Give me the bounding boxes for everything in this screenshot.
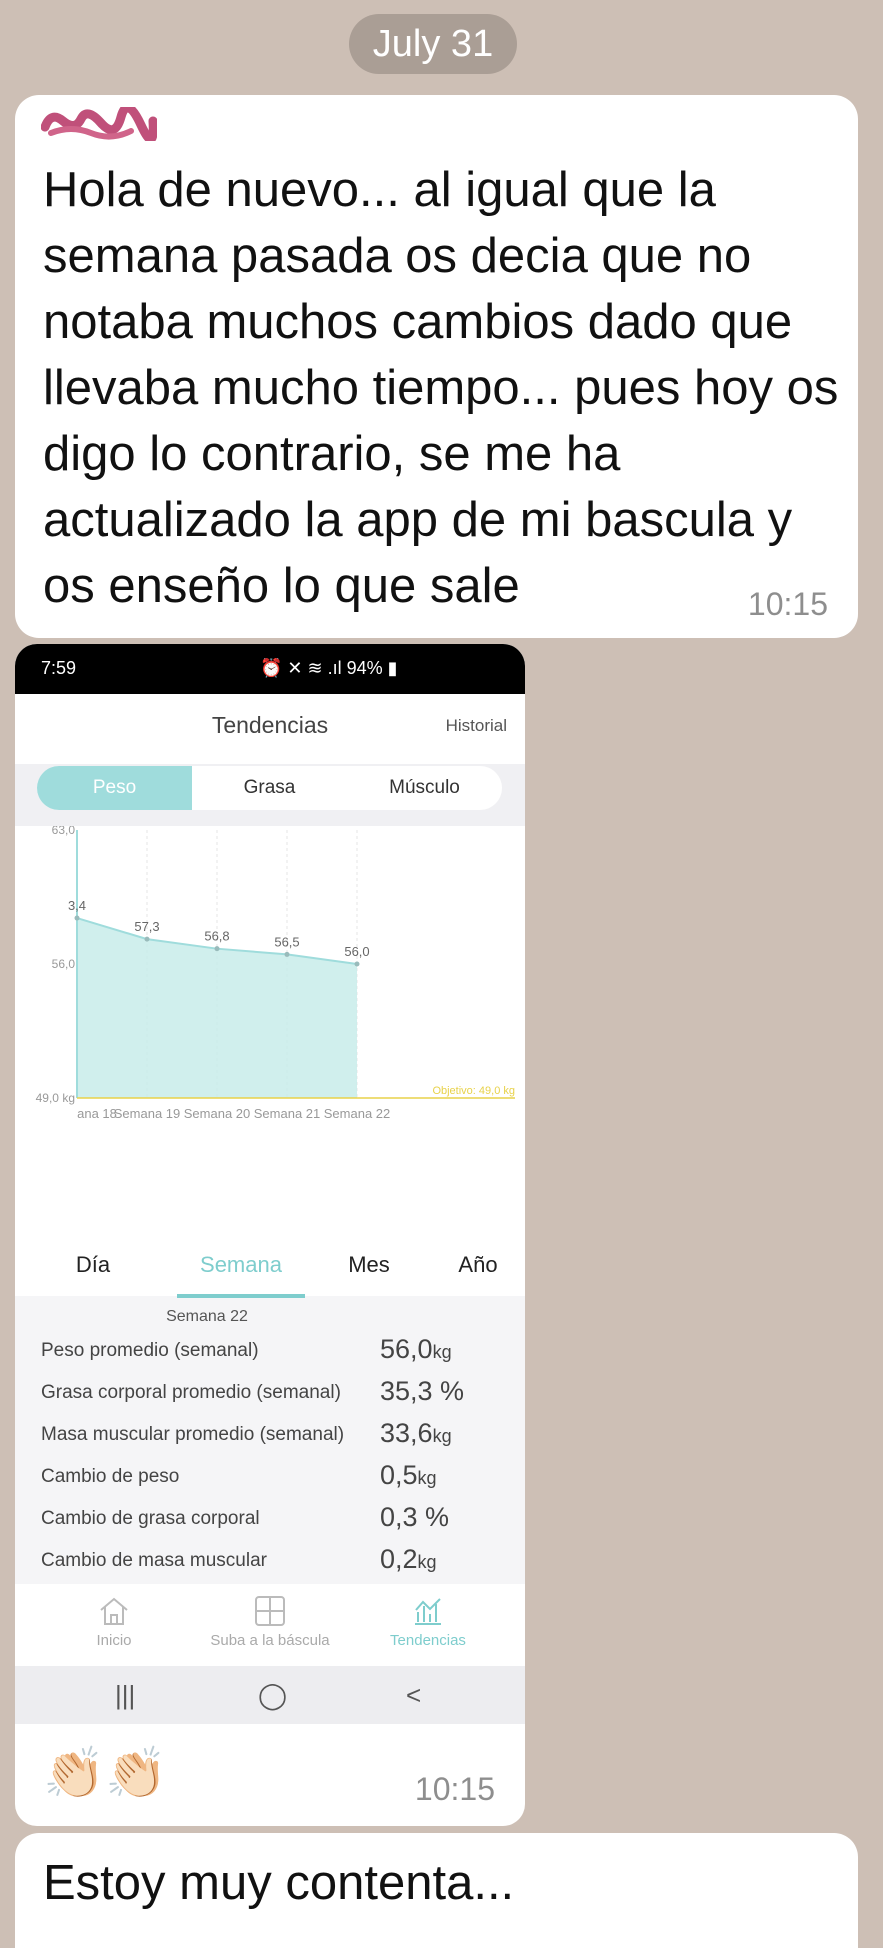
x-tick-label: ana 18 xyxy=(77,1106,117,1121)
message-time: 10:15 xyxy=(747,586,828,622)
segment-musculo[interactable]: Músculo xyxy=(347,766,502,810)
bottom-nav: Inicio Suba a la báscula Tendencias xyxy=(15,1584,525,1666)
message-bubble[interactable]: Estoy muy contenta... xyxy=(15,1833,858,1948)
status-bar: 7:59 ⏰ ✕ ≋ .ıl 94% ▮ xyxy=(15,644,525,694)
data-point xyxy=(144,936,150,942)
goal-label: Objetivo: 49,0 kg xyxy=(432,1085,515,1097)
clapping-hands-emoji: 👏🏻👏🏻 xyxy=(43,1745,168,1801)
period-tabs: Día Semana Mes Año xyxy=(15,1236,525,1296)
stat-label: Masa muscular promedio (semanal) xyxy=(41,1424,345,1445)
back-button[interactable]: < xyxy=(406,1680,421,1711)
stat-row: Cambio de grasa corporal 0,3 % xyxy=(15,1496,525,1538)
message-text: Estoy muy contenta... xyxy=(43,1856,515,1910)
stat-label: Cambio de grasa corporal xyxy=(41,1508,260,1529)
stat-value: 0,2kg xyxy=(380,1544,437,1574)
home-icon xyxy=(100,1597,128,1625)
week-label: Semana 22 xyxy=(166,1308,248,1325)
tab-ano[interactable]: Año xyxy=(433,1252,523,1278)
x-tick-label: Semana 21 xyxy=(254,1106,321,1121)
segment-grasa[interactable]: Grasa xyxy=(192,766,347,810)
segment-peso[interactable]: Peso xyxy=(37,766,192,810)
date-pill: July 31 xyxy=(349,14,517,74)
sender-name-redacted xyxy=(41,107,157,141)
data-label: 57,3 xyxy=(134,919,159,934)
tab-mes[interactable]: Mes xyxy=(305,1252,433,1278)
status-icons: ⏰ ✕ ≋ .ıl 94% ▮ xyxy=(260,658,398,678)
image-message-bubble[interactable]: 7:59 ⏰ ✕ ≋ .ıl 94% ▮ Tendencias Historia… xyxy=(15,644,525,1826)
data-label: 3,4 xyxy=(68,898,86,913)
data-point xyxy=(354,961,360,967)
stat-value: 33,6kg xyxy=(380,1418,452,1448)
stat-row: Masa muscular promedio (semanal) 33,6kg xyxy=(15,1412,525,1454)
scale-icon xyxy=(255,1596,285,1626)
x-tick-label: Semana 20 xyxy=(184,1106,251,1121)
y-tick-label: 49,0 kg xyxy=(36,1091,75,1105)
data-point xyxy=(214,946,220,952)
stat-row: Cambio de masa muscular 0,2kg xyxy=(15,1538,525,1580)
stat-label: Grasa corporal promedio (semanal) xyxy=(41,1382,341,1403)
stats-list: Peso promedio (semanal) 56,0kg Grasa corp… xyxy=(15,1328,525,1580)
nav-tendencias[interactable]: Tendencias xyxy=(343,1594,513,1649)
stat-value: 35,3 % xyxy=(380,1376,465,1406)
y-tick-label: 63,0 xyxy=(52,826,76,837)
nav-bascula[interactable]: Suba a la báscula xyxy=(185,1594,355,1649)
chart-svg: 3,4 57,3 56,8 56,5 56,0 63,0 56,0 49,0 kgana 18… xyxy=(36,826,515,1121)
status-time: 7:59 xyxy=(41,658,77,678)
system-nav-bar: ||| ◯ < xyxy=(15,1666,525,1724)
weight-chart: 3,4 57,3 56,8 56,5 56,0 63,0 56,0 49,0 kg ana 18… xyxy=(15,826,525,1236)
message-time: 10:15 xyxy=(414,1771,495,1807)
metric-segmented-control: Peso Grasa Músculo xyxy=(37,766,502,810)
tab-semana[interactable]: Semana xyxy=(177,1252,305,1278)
stat-row: Peso promedio (semanal) 56,0kg xyxy=(15,1328,525,1370)
battery-level: 94% xyxy=(346,658,383,678)
stat-value: 0,5kg xyxy=(380,1460,437,1490)
data-label: 56,8 xyxy=(204,929,229,944)
app-header: Tendencias Historial xyxy=(15,694,525,764)
data-point xyxy=(284,951,290,957)
y-tick-label: 56,0 xyxy=(52,957,76,971)
stat-label: Cambio de masa muscular xyxy=(41,1550,267,1571)
recents-button[interactable]: ||| xyxy=(115,1680,135,1711)
stat-row: Cambio de peso 0,5kg xyxy=(15,1454,525,1496)
stat-label: Peso promedio (semanal) xyxy=(41,1340,259,1361)
data-label: 56,5 xyxy=(274,934,299,949)
x-tick-label: Semana 22 xyxy=(324,1106,391,1121)
home-button[interactable]: ◯ xyxy=(258,1680,287,1711)
stat-row: Grasa corporal promedio (semanal) 35,3 % xyxy=(15,1370,525,1412)
stat-value: 0,3 % xyxy=(380,1502,450,1532)
trends-icon xyxy=(415,1598,441,1625)
stat-value: 56,0kg xyxy=(380,1334,452,1364)
data-point xyxy=(74,915,80,921)
message-text: Hola de nuevo... al igual que la semana … xyxy=(43,163,839,613)
app-screenshot[interactable]: 7:59 ⏰ ✕ ≋ .ıl 94% ▮ Tendencias Historia… xyxy=(15,644,525,1724)
active-tab-indicator xyxy=(177,1294,305,1298)
historial-link[interactable]: Historial xyxy=(446,716,507,736)
nav-inicio[interactable]: Inicio xyxy=(29,1594,199,1649)
data-label: 56,0 xyxy=(344,944,369,959)
tab-dia[interactable]: Día xyxy=(29,1252,157,1278)
stat-label: Cambio de peso xyxy=(41,1466,180,1487)
message-bubble[interactable]: Hola de nuevo... al igual que la semana … xyxy=(15,95,858,638)
x-tick-label: Semana 19 xyxy=(114,1106,181,1121)
